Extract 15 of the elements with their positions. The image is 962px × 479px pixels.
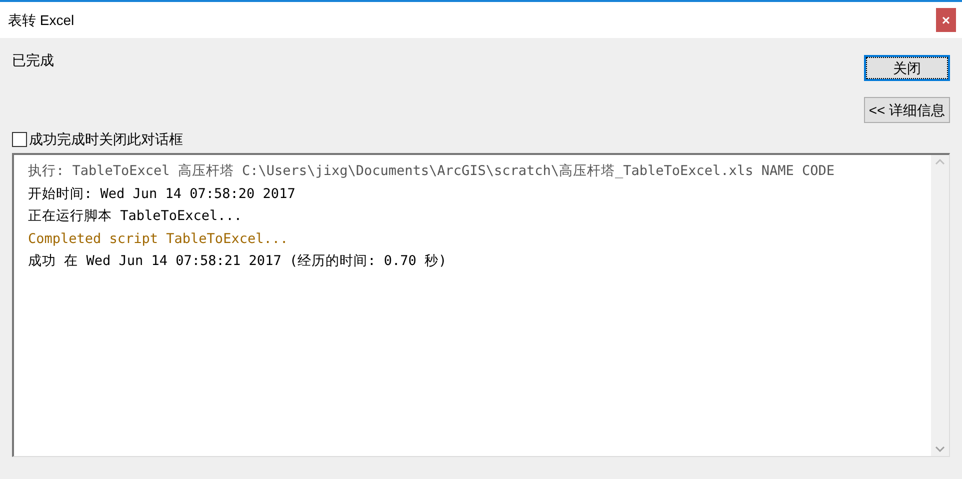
status-text: 已完成 bbox=[12, 51, 54, 70]
log-line: 成功 在 Wed Jun 14 07:58:21 2017 (经历的时间: 0.70 秒) bbox=[28, 252, 448, 271]
checkbox[interactable] bbox=[12, 132, 27, 147]
log-line: 正在运行脚本 TableToExcel... bbox=[28, 207, 244, 226]
window-title: 表转 Excel bbox=[8, 10, 74, 30]
log-line: 开始时间: Wed Jun 14 07:58:20 2017 bbox=[28, 184, 296, 204]
details-button[interactable]: << 详细信息 bbox=[864, 97, 950, 123]
checkbox-label[interactable]: 成功完成时关闭此对话框 bbox=[29, 129, 183, 150]
log-line: Completed script TableToExcel... bbox=[28, 230, 290, 248]
close-dialog-button[interactable]: 关闭 bbox=[864, 55, 950, 81]
close-button[interactable]: × bbox=[936, 8, 956, 32]
scroll-down-icon[interactable] bbox=[935, 446, 945, 452]
scrollbar[interactable] bbox=[931, 155, 949, 456]
log-line: 执行: TableToExcel 高压杆塔 C:\Users\jixg\Documents\ArcGIS\scratch\高压杆塔_TableToExcel.xls NAME CODE bbox=[28, 162, 836, 181]
scroll-up-icon[interactable] bbox=[935, 159, 945, 165]
